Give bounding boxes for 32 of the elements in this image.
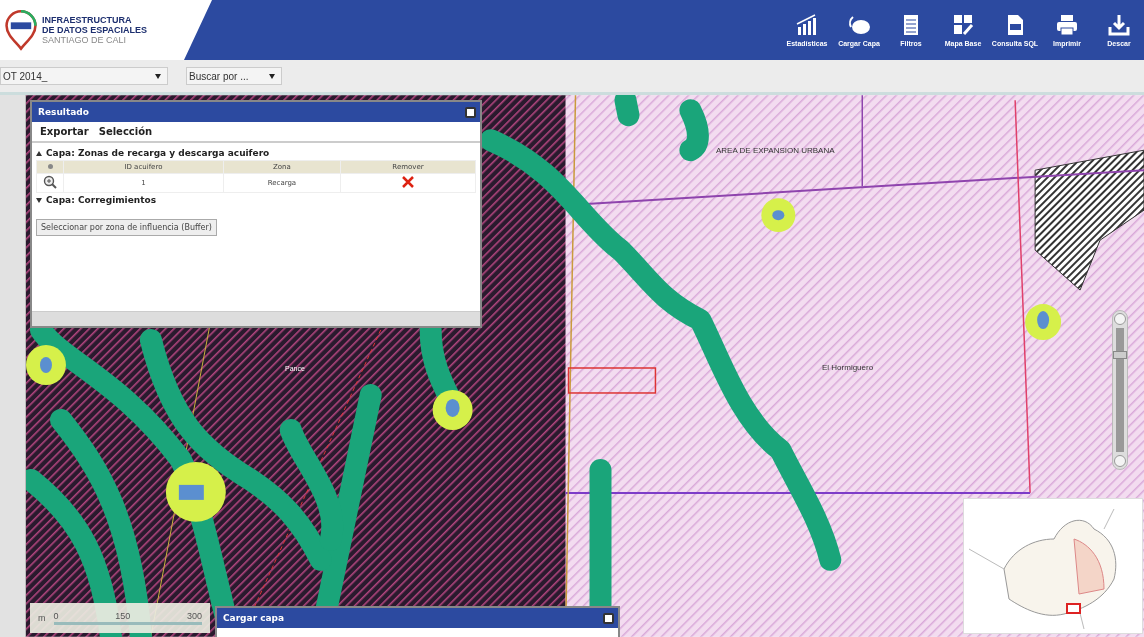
map-grid-icon (951, 13, 975, 37)
close-icon[interactable] (465, 106, 476, 118)
logo-city: SANTIAGO DE CALI (42, 35, 128, 45)
logo-title: INFRAESTRUCTURA (42, 15, 133, 25)
map-label: El Hormiguero (822, 363, 874, 372)
panel-title: Cargar capa (223, 613, 285, 623)
remove-icon[interactable] (402, 176, 414, 188)
close-icon[interactable] (603, 612, 614, 624)
search-select[interactable]: Buscar por ... (186, 67, 282, 85)
panel-title: Resultado (38, 107, 89, 117)
map-pin-logo-icon (4, 9, 38, 51)
zoom-slider-thumb[interactable] (1113, 351, 1127, 360)
dot-icon (47, 164, 53, 169)
expand-icon[interactable] (36, 197, 42, 203)
zoom-slider[interactable] (1112, 310, 1128, 470)
logo-subtitle: DE DATOS ESPACIALES (42, 25, 148, 35)
layer-heading: Capa: Zonas de recarga y descarga acuifero (46, 148, 270, 158)
caret-icon (269, 73, 275, 79)
menu-item[interactable]: Selección (98, 126, 153, 137)
caret-icon (155, 73, 161, 79)
layer-select[interactable]: OT 2014_ (0, 67, 168, 85)
scale-bar: m 0 150 300 (30, 603, 210, 633)
layer-heading: Capa: Corregimientos (46, 195, 157, 205)
bar-chart-icon (795, 13, 819, 37)
menu-item[interactable]: Exportar (40, 126, 89, 137)
layers-icon (847, 13, 871, 37)
zoom-to-icon[interactable] (43, 175, 57, 189)
collapse-icon[interactable] (36, 150, 42, 156)
download-icon (1107, 13, 1131, 37)
printer-icon (1055, 13, 1079, 37)
map-label: AREA DE EXPANSION URBANA (716, 146, 835, 155)
buffer-button[interactable]: Seleccionar por zona de influencia (Buffer) (36, 219, 217, 236)
